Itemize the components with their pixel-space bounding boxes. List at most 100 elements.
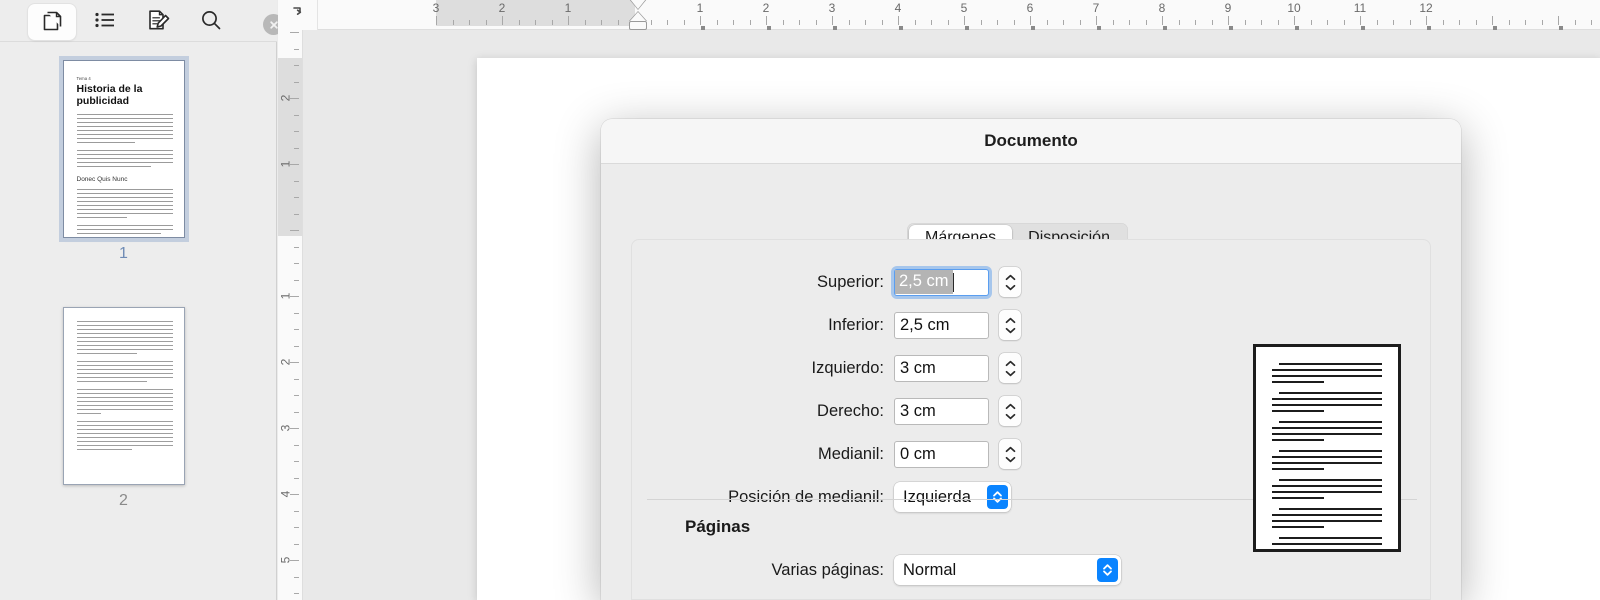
chevron-down-icon[interactable] [1005,370,1016,377]
ruler-tick [1376,20,1378,25]
chevron-up-icon[interactable] [1005,274,1016,281]
ruler-tab-stop[interactable] [833,26,837,30]
ruler-tab-stop[interactable] [1493,26,1497,30]
preview-text-line [1279,508,1382,510]
ruler-tick [290,98,299,99]
input-superior[interactable]: 2,5 cm [894,268,989,296]
ruler-tick [518,20,520,25]
chevron-up-icon[interactable] [1005,360,1016,367]
ruler-tick [1327,20,1328,25]
ruler-tick [1492,16,1493,25]
label-medianil: Medianil: [817,444,884,463]
stepper-inferior[interactable] [999,310,1021,340]
ruler-tick [898,16,899,25]
chevron-updown-icon[interactable] [1097,558,1118,582]
select-posicion-medianil[interactable]: Izquierda [894,482,1011,512]
sidebar-tab-search[interactable] [187,4,235,40]
stepper-medianil[interactable] [999,439,1021,469]
input-medianil[interactable]: 0 cm [894,440,989,468]
ruler-label: 3 [432,1,440,15]
ruler-tab-stop[interactable] [965,26,969,30]
app-window: Tema 4 Historia de la publicidad Donec Q… [0,0,1600,600]
stepper-superior[interactable] [999,267,1021,297]
chevron-down-icon[interactable] [1005,456,1016,463]
sidebar-tab-pages[interactable] [28,4,76,40]
ruler-tick [1211,20,1213,25]
sidebar-tab-outline[interactable] [81,4,129,40]
input-inferior[interactable]: 2,5 cm [894,311,989,339]
ruler-tick [1574,20,1576,25]
preview-text-line [1272,526,1324,528]
ruler-tick [294,81,299,83]
left-indent-marker[interactable] [629,21,647,30]
select-varias-paginas-value: Normal [903,560,957,579]
ruler-label: 3 [828,1,836,15]
stepper-derecho[interactable] [999,396,1021,426]
chevron-down-icon[interactable] [1005,327,1016,334]
chevron-down-icon[interactable] [1005,413,1016,420]
label-posicion-medianil: Posición de medianil: [728,487,884,506]
ruler-tick [1112,20,1114,25]
input-inferior-value: 2,5 cm [900,315,950,334]
pages-icon [39,7,65,38]
ruler-tab-stop[interactable] [1097,26,1101,30]
ruler-tab-stop[interactable] [1229,26,1233,30]
preview-text-line [1272,427,1382,429]
ruler-tab-stop[interactable] [1427,26,1431,30]
preview-text-line [1272,410,1324,412]
ruler-tick [294,477,299,479]
ruler-tick [733,20,734,25]
preview-text-line [1272,381,1324,383]
ruler-tick [1426,16,1427,25]
ruler-tick [294,395,299,396]
ruler-tick [294,329,299,330]
ruler-tick [294,345,299,347]
ruler-label: 1 [564,1,572,15]
thumb-subheading: Donec Quis Nunc [76,176,128,183]
preview-text-line [1272,375,1382,377]
ruler-tick [766,16,767,25]
chevron-up-icon[interactable] [1005,317,1016,324]
horizontal-ruler[interactable]: 3 2 1 1 2 3 4 5 6 7 8 9 10 11 12 [278,0,1600,30]
ruler-tab-stop[interactable] [1031,26,1035,30]
label-superior: Superior: [817,272,884,291]
ruler-tick [1591,20,1592,25]
ruler-tick [502,16,503,25]
input-izquierdo[interactable]: 3 cm [894,354,989,382]
ruler-tab-stop[interactable] [1295,26,1299,30]
margin-row-inferior: Inferior: 2,5 cm [631,308,1431,342]
input-derecho[interactable]: 3 cm [894,397,989,425]
sidebar-tab-review[interactable] [134,4,182,40]
vertical-ruler[interactable]: 2 1 1 2 3 4 5 [278,30,303,600]
multiple-pages-row: Varias páginas: Normal [631,553,1431,587]
thumbnail-item-2[interactable]: 2 [0,307,247,510]
input-izquierdo-value: 3 cm [900,358,936,377]
label-inferior: Inferior: [828,315,884,334]
preview-text-line [1279,537,1382,539]
thumbnail-item-1[interactable]: Tema 4 Historia de la publicidad Donec Q… [0,56,247,263]
stepper-izquierdo[interactable] [999,353,1021,383]
ruler-tab-stop[interactable] [1559,26,1563,30]
ruler-tick [294,65,299,66]
ruler-corner[interactable] [278,0,318,30]
ruler-tick [617,20,619,25]
chevron-updown-icon[interactable] [987,485,1008,509]
ruler-tick [1030,16,1031,25]
page-preview [1253,344,1401,552]
ruler-tab-stop[interactable] [1361,26,1365,30]
chevron-up-icon[interactable] [1005,446,1016,453]
ruler-tab-stop[interactable] [899,26,903,30]
chevron-down-icon[interactable] [1005,284,1016,291]
ruler-tick [1475,20,1477,25]
ruler-tab-stop[interactable] [767,26,771,30]
ruler-tab-stop[interactable] [701,26,705,30]
select-varias-paginas[interactable]: Normal [894,555,1121,585]
chevron-up-icon[interactable] [1005,403,1016,410]
thumb-title: Historia de la publicidad [76,83,143,107]
label-varias-paginas: Varias páginas: [771,560,884,579]
ruler-tab-stop[interactable] [1163,26,1167,30]
ruler-label: 7 [1092,1,1100,15]
ruler-tick [1063,20,1064,25]
page-thumbnail[interactable] [62,307,185,485]
page-thumbnail[interactable]: Tema 4 Historia de la publicidad Donec Q… [58,56,189,242]
